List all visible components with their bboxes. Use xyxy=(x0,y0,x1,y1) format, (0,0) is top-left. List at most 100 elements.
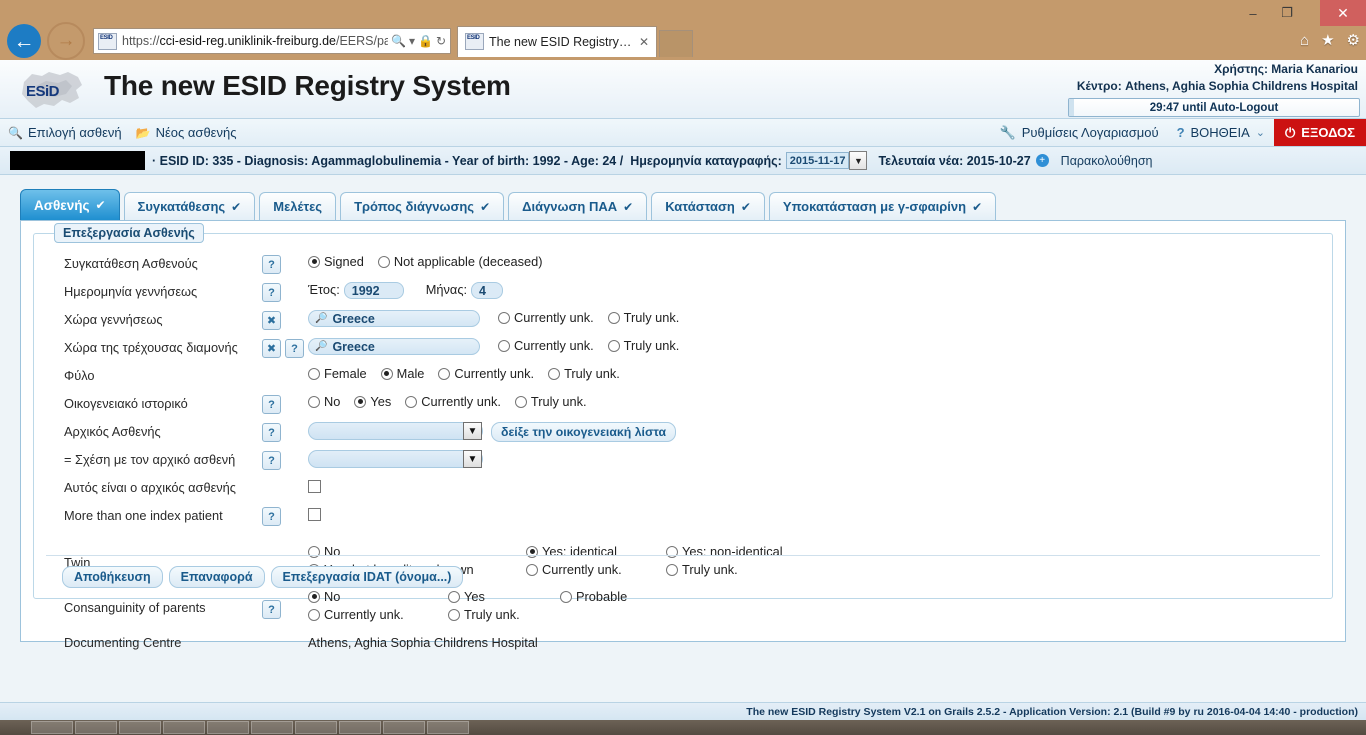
help-icon[interactable]: ? xyxy=(262,507,281,526)
tab-asthenis[interactable]: Ασθενής ✔ xyxy=(20,189,120,220)
radio-label: Truly unk. xyxy=(530,394,587,409)
country-residence-icons: ✖ ? xyxy=(262,337,308,358)
taskbar-item[interactable] xyxy=(251,721,293,734)
show-family-list-button[interactable]: δείξε την οικογενειακή λίστα xyxy=(491,422,677,442)
documenting-centre-label: Documenting Centre xyxy=(64,635,182,650)
consent-label: Συγκατάθεση Ασθενούς xyxy=(64,256,198,271)
radio-family-history-truly-unk[interactable]: Truly unk. xyxy=(514,394,587,409)
help-icon[interactable]: ? xyxy=(285,339,304,358)
radio-country-residence-currently-unk[interactable]: Currently unk. xyxy=(498,338,594,353)
help-icon[interactable]: ? xyxy=(262,423,281,442)
help-icon[interactable]: ? xyxy=(262,395,281,414)
clear-icon[interactable]: ✖ xyxy=(262,311,281,330)
radio-label: Currently unk. xyxy=(454,366,535,381)
record-date-select[interactable]: 2015-11-17 ▼ xyxy=(785,151,868,170)
search-icon: 🔍 xyxy=(315,313,328,324)
taskbar-item[interactable] xyxy=(339,721,381,734)
app-footer: The new ESID Registry System V2.1 on Gra… xyxy=(0,702,1366,720)
edit-idat-button[interactable]: Επεξεργασία IDAT (όνομα...) xyxy=(270,566,464,588)
taskbar-item[interactable] xyxy=(163,721,205,734)
radio-sex-male[interactable]: Male xyxy=(380,366,425,381)
index-patient-select[interactable]: ▼ xyxy=(308,422,483,440)
radio-country-birth-currently-unk[interactable]: Currently unk. xyxy=(498,310,594,325)
address-bar[interactable]: https://cci-esid-reg.uniklinik-freiburg.… xyxy=(93,28,451,54)
search-icon[interactable]: 🔍 xyxy=(391,34,406,48)
radio-consent-signed[interactable]: Signed xyxy=(308,254,364,269)
account-settings-label: Ρυθμίσεις Λογαριασμού xyxy=(1021,125,1159,140)
taskbar-item[interactable] xyxy=(295,721,337,734)
back-button[interactable]: ← xyxy=(3,24,45,58)
tab-tropos-diagnosis[interactable]: Τρόπος διάγνωσης ✔ xyxy=(340,192,505,220)
radio-label: Truly unk. xyxy=(623,338,680,353)
footer-text: The new ESID Registry System V2.1 on Gra… xyxy=(746,705,1358,718)
start-button[interactable] xyxy=(3,721,29,734)
chevron-down-icon[interactable]: ▼ xyxy=(849,151,868,170)
form-row-family-history: Οικογενειακό ιστορικό ? No Yes Currently… xyxy=(34,392,1332,420)
check-icon: ✔ xyxy=(95,198,106,212)
browser-nav-row: ← → https://cci-esid-reg.uniklinik-freib… xyxy=(0,22,1366,60)
tab-ypokatastasi[interactable]: Υποκατάσταση με γ-σφαιρίνη ✔ xyxy=(768,192,997,220)
menu-item-new-patient[interactable]: 📂 Νέος ασθενής xyxy=(136,125,237,140)
help-icon[interactable]: ? xyxy=(262,283,281,302)
tab-katastasi[interactable]: Κατάσταση ✔ xyxy=(651,192,765,220)
help-icon[interactable]: ? xyxy=(262,451,281,470)
country-birth-input[interactable]: 🔍 Greece xyxy=(308,310,480,327)
radio-family-history-currently-unk[interactable]: Currently unk. xyxy=(405,394,501,409)
radio-consanguinity-truly-unk[interactable]: Truly unk. xyxy=(448,607,520,622)
menu-item-select-patient[interactable]: 🔍 Επιλογή ασθενή xyxy=(8,125,122,140)
country-residence-value: Greece xyxy=(332,339,375,354)
clear-icon[interactable]: ✖ xyxy=(262,339,281,358)
refresh-icon[interactable]: ↻ xyxy=(436,34,446,48)
forward-button[interactable]: → xyxy=(47,22,85,60)
follow-up-label[interactable]: Παρακολούθηση xyxy=(1061,154,1153,168)
year-input[interactable]: 1992 xyxy=(343,282,404,299)
tab-meletes[interactable]: Μελέτες xyxy=(259,192,337,220)
taskbar-item[interactable] xyxy=(383,721,425,734)
radio-label: Male xyxy=(396,366,425,381)
new-tab-button[interactable] xyxy=(659,29,693,57)
taskbar-item[interactable] xyxy=(427,721,469,734)
radio-dot xyxy=(607,339,620,352)
save-button[interactable]: Αποθήκευση xyxy=(62,566,163,588)
radio-family-history-no[interactable]: No xyxy=(308,394,340,409)
check-icon: ✔ xyxy=(231,199,242,214)
is-index-checkbox[interactable] xyxy=(308,480,321,493)
menu-item-help[interactable]: ? ΒΟΗΘΕΙΑ ⌄ xyxy=(1168,119,1274,146)
close-icon[interactable]: ✕ xyxy=(639,35,649,49)
taskbar-item[interactable] xyxy=(119,721,161,734)
help-icon[interactable]: ? xyxy=(262,255,281,274)
chevron-down-icon[interactable]: ▾ xyxy=(409,34,415,48)
consanguinity-options: No Yes Probable Currently unk. Truly unk… xyxy=(308,588,1332,622)
radio-consanguinity-currently-unk[interactable]: Currently unk. xyxy=(308,607,434,622)
consanguinity-options-row-2: Currently unk. Truly unk. xyxy=(308,607,641,622)
radio-family-history-yes[interactable]: Yes xyxy=(354,394,391,409)
browser-tab[interactable]: The new ESID Registry Syste... ✕ xyxy=(457,25,657,57)
help-label: ΒΟΗΘΕΙΑ xyxy=(1190,125,1250,140)
radio-sex-currently-unk[interactable]: Currently unk. xyxy=(438,366,534,381)
more-index-checkbox[interactable] xyxy=(308,508,321,521)
radio-consent-not-applicable[interactable]: Not applicable (deceased) xyxy=(377,254,543,269)
radio-country-birth-truly-unk[interactable]: Truly unk. xyxy=(607,310,679,325)
logout-button[interactable]: ⏻ ΕΞΟΔΟΣ xyxy=(1273,119,1366,146)
tab-diagnosi-paa[interactable]: Διάγνωση ΠΑΑ ✔ xyxy=(508,192,648,220)
tab-sygkatathesis[interactable]: Συγκατάθεσης ✔ xyxy=(123,192,256,220)
family-history-options: No Yes Currently unk. Truly unk. xyxy=(308,393,1332,409)
taskbar-item[interactable] xyxy=(31,721,73,734)
relation-select[interactable]: ▼ xyxy=(308,450,483,468)
taskbar-item[interactable] xyxy=(75,721,117,734)
radio-sex-female[interactable]: Female xyxy=(308,366,367,381)
help-icon[interactable]: ? xyxy=(262,600,281,619)
question-icon: ? xyxy=(1176,125,1185,140)
form-row-country-birth: Χώρα γεννήσεως ✖ 🔍 Greece Currently unk.… xyxy=(34,308,1332,336)
reset-button[interactable]: Επαναφορά xyxy=(168,566,265,588)
form-row-relation: = Σχέση με τον αρχικό ασθενή ? ▼ xyxy=(34,448,1332,476)
radio-label: Currently unk. xyxy=(421,394,501,409)
radio-country-residence-truly-unk[interactable]: Truly unk. xyxy=(607,338,680,353)
add-icon[interactable]: + xyxy=(1035,154,1049,167)
month-input[interactable]: 4 xyxy=(471,282,504,299)
menu-item-account-settings[interactable]: 🔧 Ρυθμίσεις Λογαριασμού xyxy=(991,119,1168,146)
twin-icons xyxy=(262,543,308,545)
taskbar-item[interactable] xyxy=(207,721,249,734)
radio-sex-truly-unk[interactable]: Truly unk. xyxy=(548,366,620,381)
country-residence-input[interactable]: 🔍 Greece xyxy=(308,338,480,355)
